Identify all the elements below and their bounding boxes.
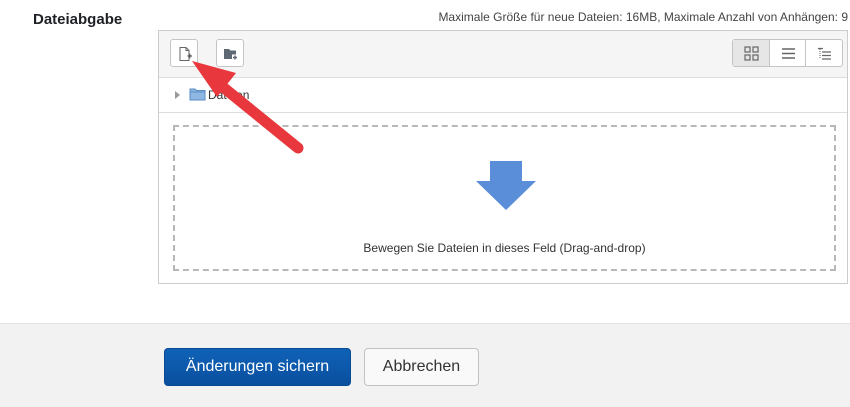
create-folder-button[interactable] (216, 39, 244, 67)
cancel-button[interactable]: Abbrechen (364, 348, 479, 386)
drop-zone-text: Bewegen Sie Dateien in dieses Feld (Drag… (363, 241, 646, 255)
folder-path-bar: Dateien (159, 78, 847, 113)
file-manager: Dateien Bewegen Sie Dateien in dieses Fe… (158, 30, 848, 284)
upload-limits-text: Maximale Größe für neue Dateien: 16MB, M… (438, 10, 848, 24)
add-file-button[interactable] (170, 39, 198, 67)
file-manager-toolbar (159, 31, 847, 78)
tree-view-icon (818, 47, 832, 60)
folder-icon (189, 88, 206, 101)
field-label: Dateiabgabe (33, 11, 123, 28)
grid-view-button[interactable] (733, 40, 769, 66)
list-view-icon (781, 48, 795, 59)
expand-arrow-icon[interactable] (175, 91, 180, 99)
drop-zone[interactable]: Bewegen Sie Dateien in dieses Feld (Drag… (173, 125, 836, 271)
view-mode-switcher (732, 39, 843, 67)
grid-view-icon (744, 46, 759, 61)
tree-view-button[interactable] (805, 40, 842, 66)
folder-path-label[interactable]: Dateien (208, 88, 249, 102)
add-file-icon (179, 47, 192, 61)
create-folder-icon (224, 49, 238, 61)
save-changes-button[interactable]: Änderungen sichern (164, 348, 351, 386)
form-actions-bar: Änderungen sichern Abbrechen (0, 323, 850, 407)
down-arrow-icon (476, 161, 536, 210)
list-view-button[interactable] (768, 40, 806, 66)
